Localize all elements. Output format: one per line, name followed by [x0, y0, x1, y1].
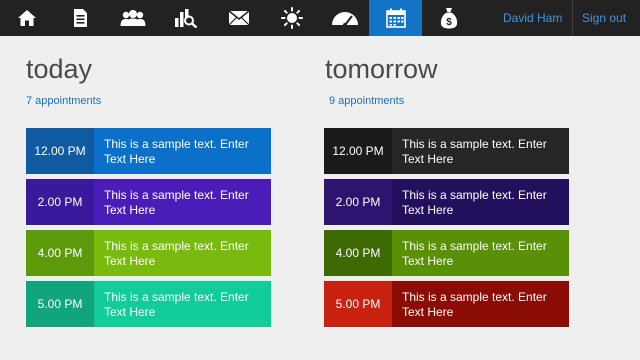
sign-out-link[interactable]: Sign out	[582, 0, 626, 36]
appointment-time: 5.00 PM	[324, 281, 392, 327]
tomorrow-title: tomorrow	[325, 54, 438, 84]
svg-text:$: $	[446, 17, 452, 28]
sun-icon[interactable]	[265, 0, 318, 36]
appointment-time: 4.00 PM	[26, 230, 94, 276]
money-bag-icon[interactable]: $	[422, 0, 475, 36]
appointment-time: 2.00 PM	[324, 179, 392, 225]
appointment-text: This is a sample text. Enter Text Here	[94, 128, 271, 174]
appointment-text: This is a sample text. Enter Text Here	[94, 179, 271, 225]
appointment-time: 12.00 PM	[324, 128, 392, 174]
appointment-card[interactable]: 4.00 PM This is a sample text. Enter Tex…	[26, 230, 271, 276]
appointment-text: This is a sample text. Enter Text Here	[392, 281, 569, 327]
appointment-text: This is a sample text. Enter Text Here	[94, 230, 271, 276]
appointment-text: This is a sample text. Enter Text Here	[392, 128, 569, 174]
mail-icon[interactable]	[212, 0, 265, 36]
appointment-time: 5.00 PM	[26, 281, 94, 327]
appointment-card[interactable]: 2.00 PM This is a sample text. Enter Tex…	[324, 179, 569, 225]
appointment-text: This is a sample text. Enter Text Here	[392, 179, 569, 225]
appointment-card[interactable]: 5.00 PM This is a sample text. Enter Tex…	[26, 281, 271, 327]
calendar-icon[interactable]	[369, 0, 422, 36]
appointment-card[interactable]: 4.00 PM This is a sample text. Enter Tex…	[324, 230, 569, 276]
appointment-card[interactable]: 12.00 PM This is a sample text. Enter Te…	[26, 128, 271, 174]
appointment-card[interactable]: 12.00 PM This is a sample text. Enter Te…	[324, 128, 569, 174]
user-name-link[interactable]: David Ham	[503, 0, 562, 36]
appointment-text: This is a sample text. Enter Text Here	[392, 230, 569, 276]
today-title: today	[26, 54, 93, 84]
document-icon[interactable]	[53, 0, 106, 36]
appointment-time: 12.00 PM	[26, 128, 94, 174]
home-icon[interactable]	[0, 0, 53, 36]
dashboard-gauge-icon[interactable]	[318, 0, 371, 36]
today-appointments-count[interactable]: 7 appointments	[26, 95, 101, 107]
users-icon[interactable]	[106, 0, 159, 36]
tomorrow-appointments-count[interactable]: 9 appointments	[329, 95, 404, 107]
top-navigation-bar: $ David Ham Sign out	[0, 0, 640, 36]
appointment-time: 4.00 PM	[324, 230, 392, 276]
appointment-card[interactable]: 2.00 PM This is a sample text. Enter Tex…	[26, 179, 271, 225]
appointment-card[interactable]: 5.00 PM This is a sample text. Enter Tex…	[324, 281, 569, 327]
appointment-time: 2.00 PM	[26, 179, 94, 225]
appointment-text: This is a sample text. Enter Text Here	[94, 281, 271, 327]
chart-search-icon[interactable]	[159, 0, 212, 36]
nav-divider	[572, 0, 573, 36]
